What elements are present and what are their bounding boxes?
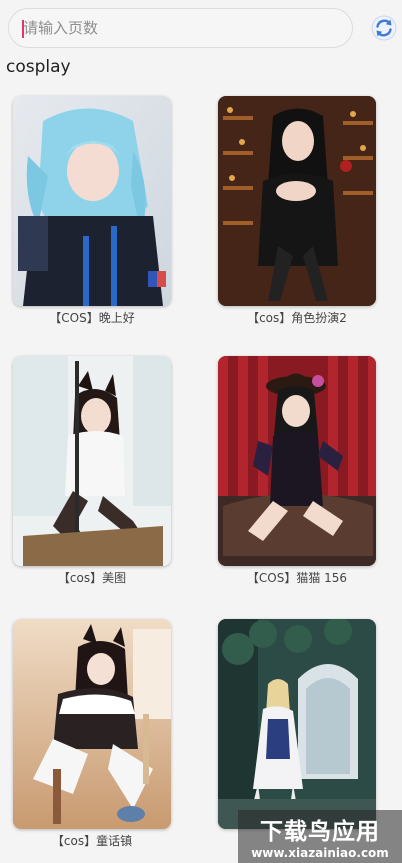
watermark-url: www.xiazainiao.com [251, 846, 389, 860]
thumbnail-image[interactable] [218, 96, 376, 306]
thumbnail-image[interactable] [218, 356, 376, 566]
thumbnail-image[interactable] [13, 356, 171, 566]
card-caption: 【COS】晚上好 [49, 311, 135, 325]
card-caption: 【cos】童话镇 [51, 834, 133, 848]
gallery-card[interactable]: 【COS】猫猫 156 [218, 356, 376, 586]
gallery-card[interactable]: 【COS】晚上好 [13, 96, 171, 326]
gallery-card[interactable]: 【cos】角色扮演2 [218, 96, 376, 326]
thumbnail-image[interactable] [13, 96, 171, 306]
gallery-card[interactable]: 【cos】童话镇 [13, 619, 171, 849]
watermark-logo: 下载鸟应用 www.xiazainiao.com [238, 810, 402, 863]
card-caption: 【COS】猫猫 156 [246, 571, 348, 585]
watermark-title: 下载鸟应用 [260, 819, 380, 845]
gallery-card[interactable] [218, 619, 376, 832]
gallery-card[interactable]: 【cos】美图 [13, 356, 171, 586]
thumbnail-image[interactable] [218, 619, 376, 829]
card-caption: 【cos】角色扮演2 [247, 311, 347, 325]
card-caption: 【cos】美图 [57, 571, 127, 585]
gallery-grid: 【COS】晚上好 【cos】角色扮演2 【cos】美图 【COS】猫猫 156 … [0, 0, 402, 863]
thumbnail-image[interactable] [13, 619, 171, 829]
